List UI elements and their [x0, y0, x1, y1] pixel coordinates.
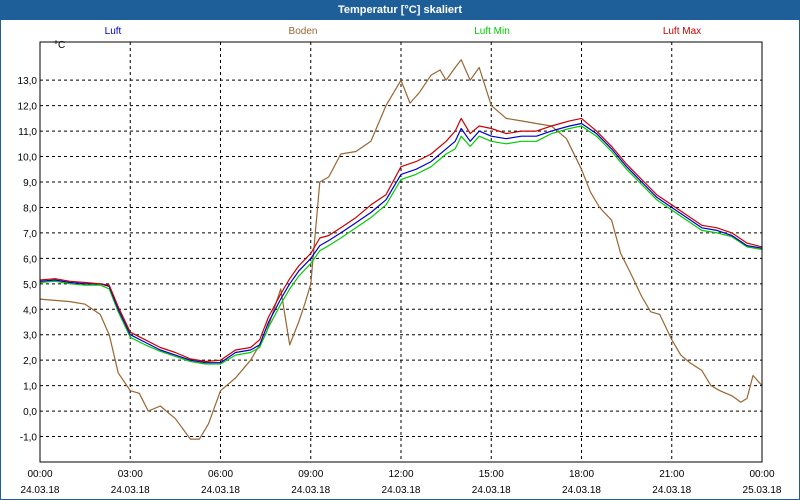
x-tick-time-label: 15:00 — [479, 469, 504, 480]
legend-entry-luft-min: Luft Min — [474, 26, 510, 37]
x-tick-date-label: 24.03.18 — [562, 485, 601, 496]
y-tick-label: -1,0 — [20, 433, 38, 444]
y-tick-label: 9,0 — [23, 178, 37, 189]
y-tick-label: 13,0 — [18, 76, 38, 87]
y-tick-label: 3,0 — [23, 331, 37, 342]
x-axis-ticks: 00:00 24.03.18 03:00 24.03.18 06:00 24.03.18 0… — [21, 469, 782, 496]
y-tick-label: 7,0 — [23, 229, 37, 240]
x-tick-date-label: 24.03.18 — [201, 485, 240, 496]
x-tick-time-label: 09:00 — [298, 469, 323, 480]
y-tick-label: 5,0 — [23, 280, 37, 291]
y-tick-label: 10,0 — [18, 153, 38, 164]
temperature-chart: °C -1,00,01,02,03,04,05,06,07,08,09,010,… — [18, 26, 782, 496]
x-tick-date-label: 25.03.18 — [743, 485, 782, 496]
y-tick-label: 4,0 — [23, 305, 37, 316]
x-tick-time-label: 00:00 — [27, 469, 52, 480]
y-tick-label: 0,0 — [23, 407, 37, 418]
y-tick-label: 2,0 — [23, 356, 37, 367]
y-tick-label: 12,0 — [18, 102, 38, 113]
legend: Luft Boden Luft Min Luft Max — [105, 26, 702, 37]
x-tick-date-label: 24.03.18 — [652, 485, 691, 496]
x-tick-time-label: 03:00 — [118, 469, 143, 480]
x-tick-time-label: 06:00 — [208, 469, 233, 480]
x-tick-date-label: 24.03.18 — [111, 485, 150, 496]
y-axis-ticks: -1,0 0,0 1,0 2,0 3,0 4,0 5,0 6,0 7,0 8,0 9,0 10,0 11… — [18, 76, 38, 443]
x-tick-time-label: 12:00 — [388, 469, 413, 480]
grid-lines — [40, 42, 762, 462]
series-line-luft-min — [39, 125, 763, 365]
y-tick-label: 6,0 — [23, 254, 37, 265]
y-tick-label: 1,0 — [23, 382, 37, 393]
legend-entry-luft: Luft — [105, 26, 122, 37]
x-tick-date-label: 24.03.18 — [291, 485, 330, 496]
legend-entry-luft-max: Luft Max — [663, 26, 701, 37]
y-tick-label: 11,0 — [18, 127, 37, 138]
x-tick-date-label: 24.03.18 — [21, 485, 60, 496]
x-tick-time-label: 00:00 — [749, 469, 774, 480]
x-tick-time-label: 18:00 — [569, 469, 594, 480]
x-tick-time-label: 21:00 — [659, 469, 684, 480]
y-tick-label: 8,0 — [23, 203, 37, 214]
x-tick-date-label: 24.03.18 — [472, 485, 511, 496]
x-tick-date-label: 24.03.18 — [382, 485, 421, 496]
legend-entry-boden: Boden — [289, 26, 318, 37]
